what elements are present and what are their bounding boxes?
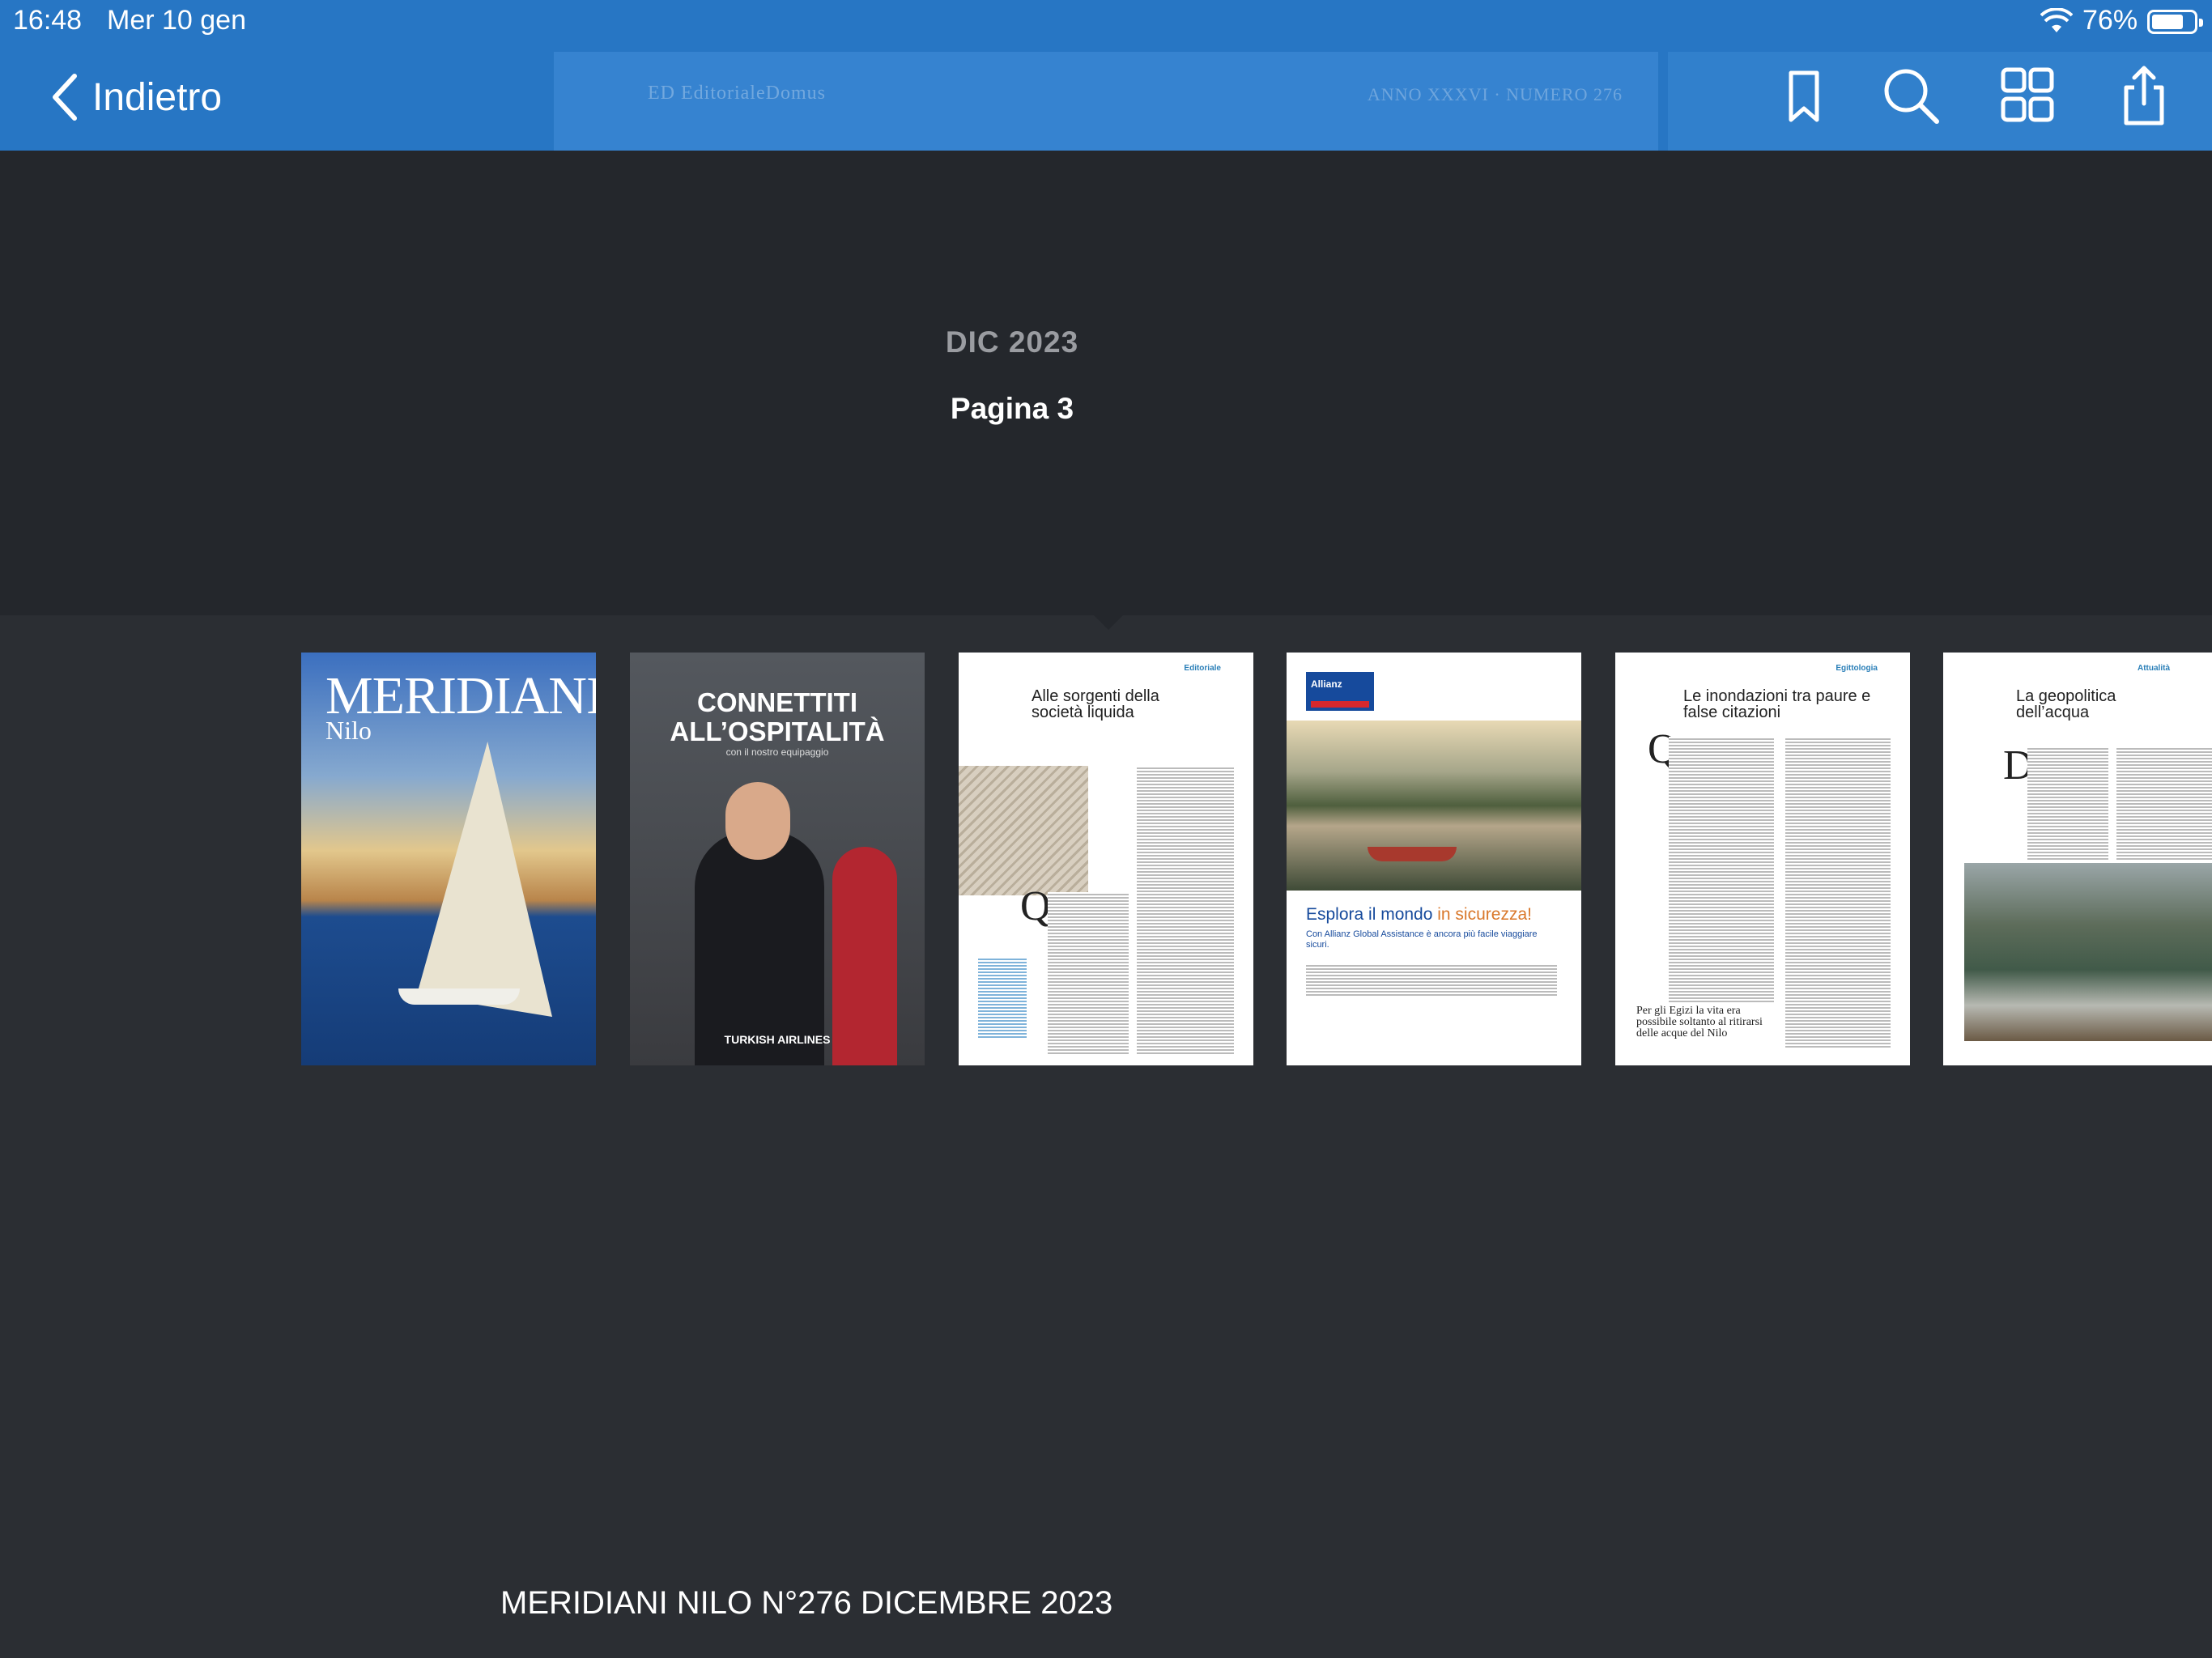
issue-title: MERIDIANI NILO N°276 DICEMBRE 2023	[500, 1585, 1113, 1621]
page-category: Egittologia	[1836, 664, 1878, 673]
allianz-logo-stripe	[1311, 701, 1369, 708]
current-page-label: Pagina 3	[950, 392, 1074, 425]
status-date: Mer 10 gen	[107, 5, 246, 36]
battery-level	[2152, 15, 2183, 29]
thumbnail-egittologia[interactable]: Egittologia Le inondazioni tra paure e f…	[1615, 653, 1910, 1065]
masthead-background: ED EditorialeDomus ANNO XXXVI · NUMERO 2…	[554, 52, 1658, 151]
battery-nub	[2199, 19, 2203, 27]
article-pullquote: Per gli Egizi la vita era possibile solt…	[1636, 1005, 1763, 1039]
thumbnail-cover[interactable]: MERIDIANI Nilo	[301, 653, 596, 1065]
ad-subline: con il nostro equipaggio	[725, 746, 829, 758]
felucca-hull	[398, 988, 520, 1005]
felucca-sail	[416, 742, 552, 1017]
current-page-indicator	[1092, 614, 1125, 630]
allianz-headline: Esplora il mondo in sicurezza!	[1306, 905, 1532, 925]
allianz-logo: Allianz	[1306, 672, 1374, 711]
article-caption	[978, 957, 1027, 1038]
cover-subtitle: Nilo	[325, 716, 372, 745]
canoe	[1368, 847, 1457, 861]
thumbnail-turkish-airlines-ad[interactable]: CONNETTITI ALL’OSPITALITÀ con il nostro …	[630, 653, 925, 1065]
search-icon	[1884, 69, 1939, 124]
article-column-1	[1669, 737, 1774, 1004]
status-bar: 16:48 Mer 10 gen 76%	[0, 0, 2212, 44]
allianz-subtext: Con Allianz Global Assistance è ancora p…	[1306, 929, 1538, 950]
allianz-headline-highlight: in sicurezza!	[1437, 905, 1532, 924]
allianz-headline-text: Esplora il mondo	[1306, 905, 1438, 924]
page-category: Attualità	[2138, 664, 2170, 673]
status-time: 16:48	[13, 5, 83, 36]
page-category: Editoriale	[1184, 664, 1221, 673]
grid-icon	[2001, 67, 2054, 122]
battery-icon	[2147, 10, 2203, 34]
ad-headline: CONNETTITI ALL’OSPITALITÀ	[670, 687, 885, 746]
lake-photo	[1287, 721, 1581, 891]
thumbnail-attualita[interactable]: Attualità La geopolitica dell’acqua D	[1943, 653, 2212, 1065]
bookmark-button[interactable]	[1770, 62, 1838, 130]
thumbnail-allianz-ad[interactable]: Allianz Esplora il mondo in sicurezza! C…	[1287, 653, 1581, 1065]
allianz-logo-text: Allianz	[1311, 678, 1342, 690]
article-column-1	[2027, 746, 2108, 860]
top-toolbar: ED EditorialeDomus ANNO XXXVI · NUMERO 2…	[0, 0, 2212, 151]
bookmark-icon	[1789, 70, 1819, 122]
thumbnail-editoriale[interactable]: Editoriale Alle sorgenti della società l…	[959, 653, 1253, 1065]
grid-button[interactable]	[1993, 62, 2061, 130]
article-column-2	[2116, 746, 2212, 860]
article-dropcap: Q	[1020, 883, 1051, 929]
masthead-ghost-title: MERIDIANI	[635, 120, 1658, 151]
wifi-icon	[2040, 8, 2073, 32]
share-button[interactable]	[2110, 62, 2178, 130]
allianz-body-text	[1306, 963, 1557, 996]
article-title: Le inondazioni tra paure e false citazio…	[1683, 687, 1871, 721]
page-info-area	[0, 151, 2212, 615]
back-label: Indietro	[92, 75, 223, 119]
pilot-figure	[695, 831, 824, 1065]
article-column-2	[1137, 766, 1234, 1054]
pilot-face	[725, 782, 790, 860]
masthead-publisher: ED EditorialeDomus	[648, 83, 826, 104]
article-column-2	[1785, 737, 1891, 1049]
battery-percentage: 76%	[2082, 5, 2138, 36]
share-icon	[2124, 66, 2164, 125]
masthead-issue: ANNO XXXVI · NUMERO 276	[1367, 84, 1623, 104]
airline-logo: TURKISH AIRLINES	[724, 1033, 831, 1046]
article-title: La geopolitica dell’acqua	[2016, 687, 2116, 721]
back-button[interactable]: Indietro	[49, 66, 222, 128]
article-title: Alle sorgenti della società liquida	[1032, 687, 1159, 721]
search-button[interactable]	[1877, 62, 1945, 130]
chevron-left-icon	[53, 74, 77, 121]
dam-photo	[1964, 863, 2212, 1041]
article-column-1	[1048, 892, 1129, 1054]
article-sketch-image	[959, 766, 1088, 895]
issue-date: DIC 2023	[945, 325, 1079, 359]
